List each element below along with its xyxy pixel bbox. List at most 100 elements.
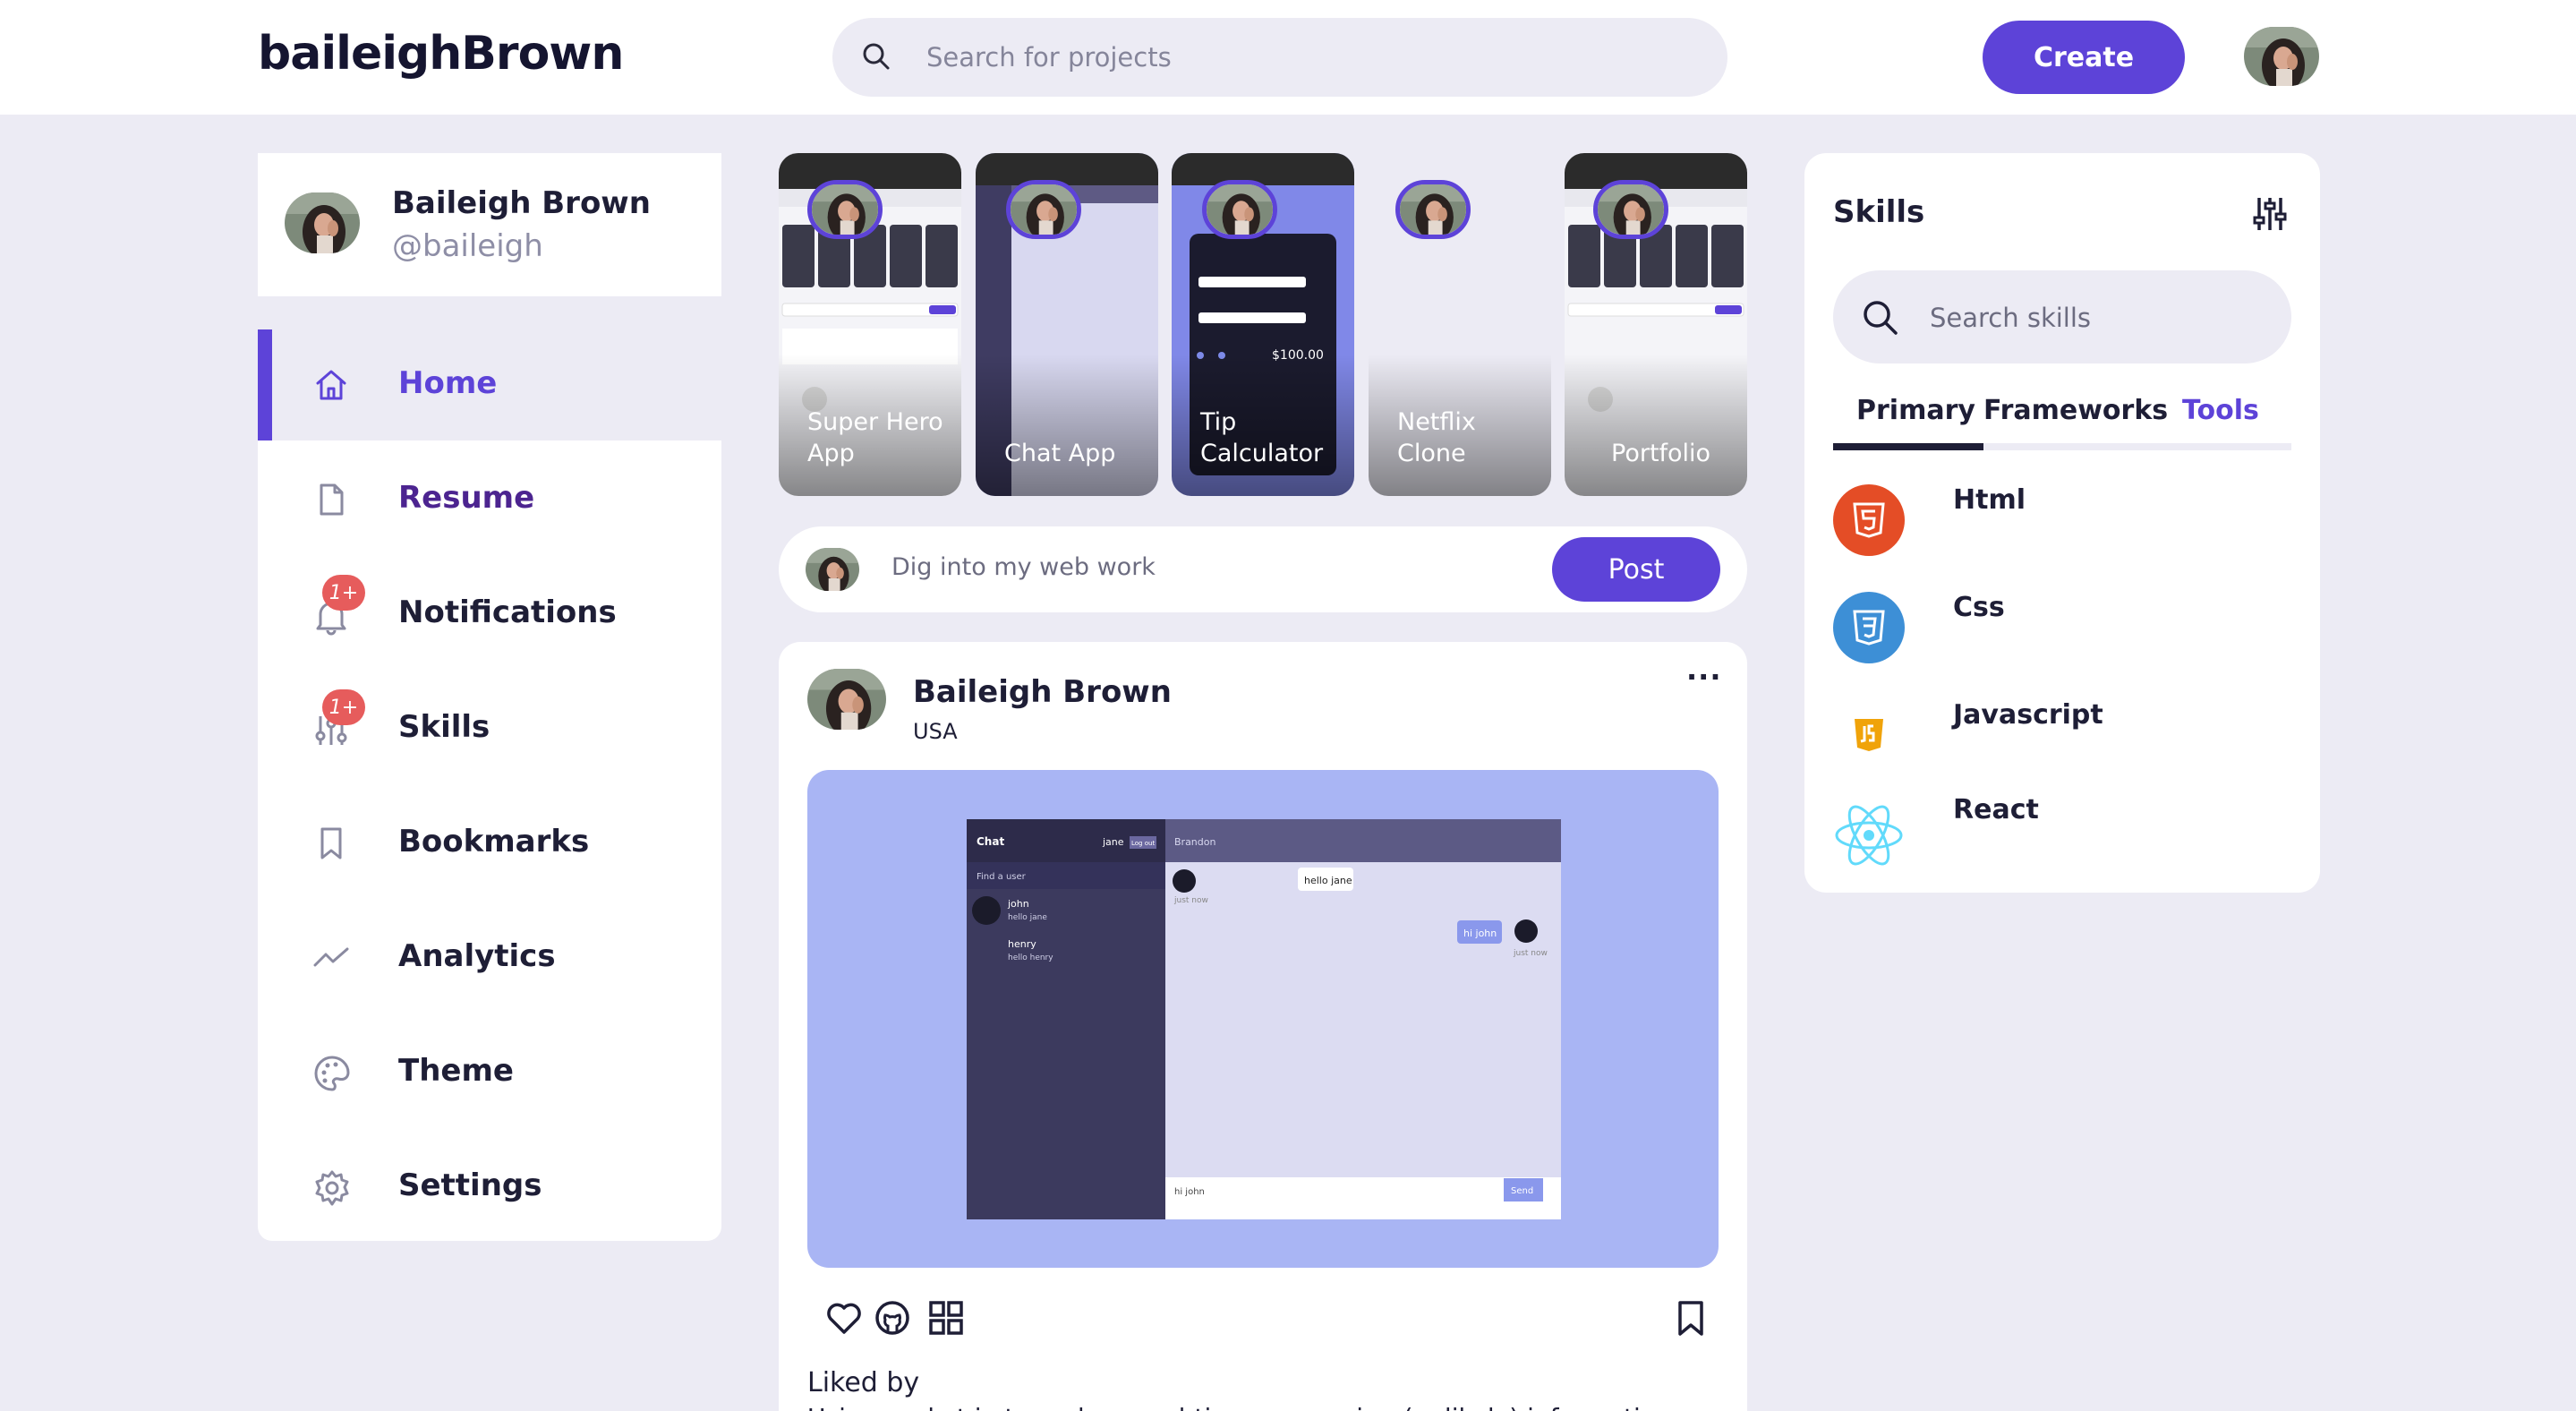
post-author-avatar[interactable]: [807, 669, 886, 730]
notification-badge: 1+: [322, 575, 365, 611]
story-overlay: [976, 355, 1158, 496]
composer-input[interactable]: Dig into my web work: [891, 553, 1156, 581]
skill-label: Html: [1953, 484, 2026, 516]
tab-tools[interactable]: Tools: [2182, 395, 2259, 426]
story-card-tip-calculator[interactable]: $100.00 Tip Calculator: [1172, 153, 1354, 496]
filter-sliders-icon[interactable]: [2252, 194, 2288, 234]
chat-find-user: Find a user: [977, 872, 1027, 882]
tab-primary[interactable]: Primary: [1856, 395, 1975, 426]
skill-item-html[interactable]: Html: [1833, 484, 2291, 570]
post-media[interactable]: Chat jane Log out Find a user john hello…: [807, 770, 1719, 1268]
sidebar-item-analytics[interactable]: Analytics: [258, 902, 721, 1013]
search-icon: [861, 41, 891, 72]
skills-search-input[interactable]: Search skills: [1930, 303, 2091, 333]
skills-search-bar[interactable]: Search skills: [1833, 270, 2291, 363]
sidebar-item-skills[interactable]: 1+ Skills: [258, 673, 721, 784]
tab-underline: [1833, 443, 2291, 450]
more-options-button[interactable]: ···: [1686, 660, 1721, 694]
sidebar-item-resume[interactable]: Resume: [258, 444, 721, 555]
chat-sidebar-title: Chat: [977, 835, 1004, 848]
project-search-bar[interactable]: Search for projects: [832, 18, 1727, 97]
header-avatar[interactable]: [2244, 27, 2319, 86]
story-card-chat-app[interactable]: Chat App: [976, 153, 1158, 496]
story-avatar: [1006, 180, 1081, 239]
chat-contact-name: henry: [1008, 938, 1036, 950]
top-header: baileighBrown Search for projects Create: [0, 0, 2576, 115]
post-location: USA: [913, 719, 958, 744]
chat-message-in: hello jane: [1304, 875, 1352, 886]
story-avatar: [807, 180, 883, 239]
skills-panel: Skills Search skills Primary Frameworks …: [1804, 153, 2320, 893]
story-card-super-hero-app[interactable]: Super Hero App: [779, 153, 961, 496]
sidebar-item-home[interactable]: Home: [258, 329, 721, 440]
story-card-netflix-clone[interactable]: Netflix Clone: [1369, 153, 1551, 496]
tab-frameworks[interactable]: Frameworks: [1983, 395, 2168, 426]
trend-icon: [313, 940, 349, 976]
liked-by-label: Liked by: [807, 1367, 920, 1398]
chat-contact-last: hello jane: [1008, 913, 1047, 922]
active-tab-indicator: [1833, 443, 1983, 450]
skill-label: React: [1953, 794, 2039, 825]
html5-icon: [1833, 484, 1905, 556]
sidebar-nav: Home Resume 1+ Notifications 1+ Skills B…: [258, 329, 721, 1241]
css3-icon: [1833, 592, 1905, 663]
sidebar-item-label: Bookmarks: [398, 824, 590, 859]
chat-app-screenshot: Chat jane Log out Find a user john hello…: [967, 819, 1561, 1219]
story-avatar: [1202, 180, 1277, 239]
heart-icon[interactable]: [825, 1300, 863, 1336]
site-logo[interactable]: baileighBrown: [258, 27, 624, 81]
react-icon: [1833, 800, 1905, 871]
github-icon[interactable]: [874, 1300, 910, 1336]
story-card-portfolio[interactable]: Portfolio: [1565, 153, 1747, 496]
sidebar-item-label: Notifications: [398, 594, 617, 630]
gear-icon: [313, 1169, 351, 1207]
chat-current-user: jane: [1102, 836, 1124, 848]
palette-icon: [313, 1055, 351, 1092]
sidebar-item-label: Theme: [398, 1053, 514, 1089]
profile-card[interactable]: Baileigh Brown @baileigh: [258, 153, 721, 296]
search-input[interactable]: Search for projects: [926, 42, 1172, 73]
sidebar-item-theme[interactable]: Theme: [258, 1017, 721, 1128]
home-icon: [313, 367, 349, 403]
avatar: [806, 548, 859, 591]
post-author-name[interactable]: Baileigh Brown: [913, 674, 1172, 710]
post-composer: Dig into my web work Post: [779, 526, 1747, 612]
skills-badge: 1+: [322, 689, 365, 725]
chat-send: Send: [1511, 1186, 1533, 1196]
sidebar-item-bookmarks[interactable]: Bookmarks: [258, 788, 721, 899]
chat-logout: Log out: [1131, 840, 1155, 847]
chat-message-time: just now: [1513, 949, 1548, 958]
search-icon: [1862, 299, 1899, 337]
sidebar-item-label: Resume: [398, 480, 535, 516]
avatar: [285, 192, 360, 253]
grid-icon[interactable]: [928, 1300, 964, 1336]
file-icon: [313, 482, 349, 517]
skill-item-javascript[interactable]: Javascript: [1833, 699, 2291, 785]
profile-name: Baileigh Brown: [392, 185, 651, 221]
story-avatar: [1395, 180, 1471, 239]
sidebar-item-label: Home: [398, 365, 498, 401]
create-button[interactable]: Create: [1983, 21, 2185, 94]
skill-item-react[interactable]: React: [1833, 794, 2291, 880]
sidebar-item-label: Settings: [398, 1167, 542, 1203]
skills-tabs: Primary Frameworks Tools: [1833, 395, 2291, 449]
story-title: Netflix Clone: [1397, 408, 1476, 467]
sidebar-item-notifications[interactable]: 1+ Notifications: [258, 559, 721, 670]
sidebar-item-label: Skills: [398, 709, 490, 745]
feed-post: Baileigh Brown USA ··· Chat jane Log out…: [779, 642, 1747, 1411]
sidebar-item-settings[interactable]: Settings: [258, 1132, 721, 1243]
skills-title: Skills: [1833, 194, 1925, 230]
js-icon: [1833, 699, 1905, 771]
story-overlay: [1565, 355, 1747, 496]
post-button[interactable]: Post: [1552, 537, 1720, 602]
bookmark-icon[interactable]: [1676, 1300, 1706, 1338]
chat-message-time: just now: [1173, 896, 1208, 905]
skill-item-css[interactable]: Css: [1833, 592, 2291, 678]
story-title: Tip Calculator: [1200, 408, 1324, 467]
story-avatar: [1593, 180, 1668, 239]
chat-contact-name: john: [1007, 898, 1029, 910]
story-title: Chat App: [1004, 440, 1116, 467]
chat-input: hi john: [1174, 1187, 1205, 1197]
profile-handle: @baileigh: [392, 228, 543, 264]
story-title: Super Hero App: [807, 408, 943, 467]
